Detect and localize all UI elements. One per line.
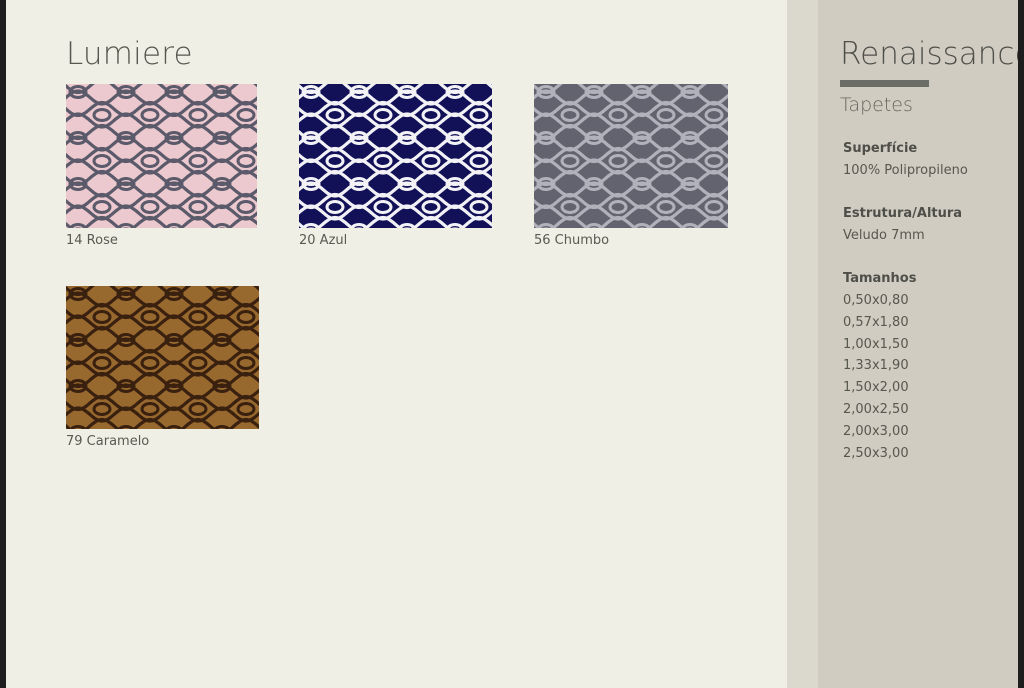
size-option: 0,50x0,80 xyxy=(843,293,909,308)
rug-pattern-image xyxy=(66,286,259,429)
rug-pattern-image xyxy=(66,84,257,228)
swatch-chumbo[interactable]: 56 Chumbo xyxy=(534,84,728,248)
spec-label: Tamanhos xyxy=(843,271,917,286)
pattern-rose xyxy=(66,84,257,228)
size-option: 1,33x1,90 xyxy=(843,358,909,374)
spec-label: Superfície xyxy=(843,141,918,156)
spec-value: Veludo 7mm xyxy=(843,228,925,243)
swatch-label: 56 Chumbo xyxy=(534,233,610,248)
pattern-chumbo xyxy=(534,84,728,228)
swatch-azul[interactable]: 20 Azul xyxy=(299,84,492,248)
spec-tamanhos: Tamanhos 0,50x0,80 0,57x1,80 1,00x1,50 1… xyxy=(843,271,1013,467)
size-option: 2,00x3,00 xyxy=(843,423,909,439)
catalog-page: Lumiere 14 Rose 20 Azul 56 Chumbo 79 Car… xyxy=(6,0,1018,688)
spec-value: 100% Polipropileno xyxy=(843,163,968,178)
title-accent-bar xyxy=(840,80,929,87)
rug-pattern-image xyxy=(534,84,728,228)
size-option: 0,57x1,80 xyxy=(843,314,909,330)
pattern-azul xyxy=(299,84,492,228)
size-option: 1,50x2,00 xyxy=(843,380,909,396)
product-info-sidebar: Renaissance Tapetes Superfície 100% Poli… xyxy=(818,0,1018,688)
swatch-label: 79 Caramelo xyxy=(66,434,150,449)
product-category: Tapetes xyxy=(840,94,913,116)
collection-title: Lumiere xyxy=(66,36,193,72)
size-option: 2,00x2,50 xyxy=(843,401,909,417)
spec-label: Estrutura/Altura xyxy=(843,206,963,221)
pattern-caramelo xyxy=(66,286,259,429)
swatch-caramelo[interactable]: 79 Caramelo xyxy=(66,286,259,449)
spec-superficie: Superfície 100% Polipropileno xyxy=(843,141,1013,179)
product-line-title: Renaissance xyxy=(840,36,1018,72)
spec-list: Superfície 100% Polipropileno Estrutura/… xyxy=(843,141,1013,494)
spec-estrutura: Estrutura/Altura Veludo 7mm xyxy=(843,206,1013,244)
size-option: 2,50x3,00 xyxy=(843,445,909,461)
sidebar-edge xyxy=(787,0,818,688)
swatch-rose[interactable]: 14 Rose xyxy=(66,84,257,248)
swatch-label: 14 Rose xyxy=(66,233,118,248)
rug-pattern-image xyxy=(299,84,492,228)
size-option: 1,00x1,50 xyxy=(843,336,909,352)
swatch-label: 20 Azul xyxy=(299,233,348,248)
